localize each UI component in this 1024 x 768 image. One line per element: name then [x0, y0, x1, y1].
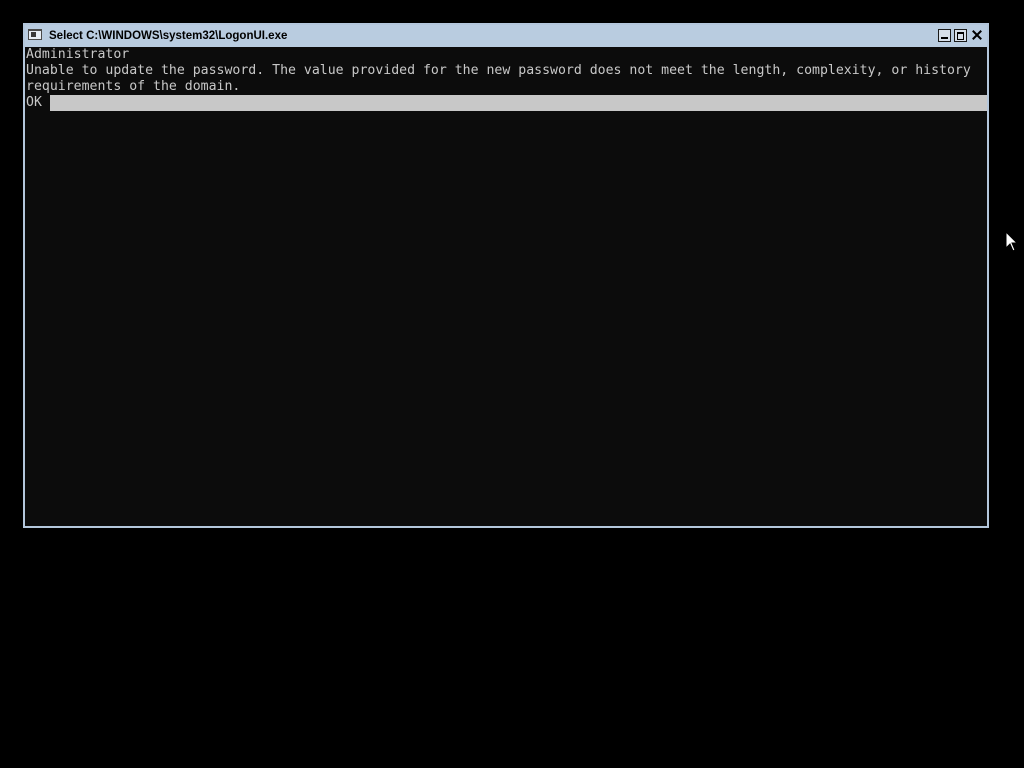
error-message-line: requirements of the domain. — [26, 79, 241, 94]
minimize-icon[interactable] — [938, 29, 951, 42]
mouse-pointer-icon — [1005, 231, 1019, 252]
ok-button[interactable]: OK — [25, 95, 50, 111]
console-window-icon[interactable] — [28, 29, 42, 40]
window-title: Select C:\WINDOWS\system32\LogonUI.exe — [49, 30, 288, 42]
maximize-icon[interactable] — [954, 29, 967, 42]
desktop: Select C:\WINDOWS\system32\LogonUI.exe A… — [0, 0, 1024, 768]
username-text: Administrator — [26, 47, 130, 62]
console-output: Administrator Unable to update the passw… — [25, 47, 987, 526]
selection-bar: OK — [25, 95, 987, 111]
title-bar[interactable]: Select C:\WINDOWS\system32\LogonUI.exe — [25, 25, 987, 47]
console-window[interactable]: Select C:\WINDOWS\system32\LogonUI.exe A… — [23, 23, 989, 528]
close-icon[interactable] — [970, 29, 983, 42]
error-message-line: Unable to update the password. The value… — [26, 63, 971, 78]
